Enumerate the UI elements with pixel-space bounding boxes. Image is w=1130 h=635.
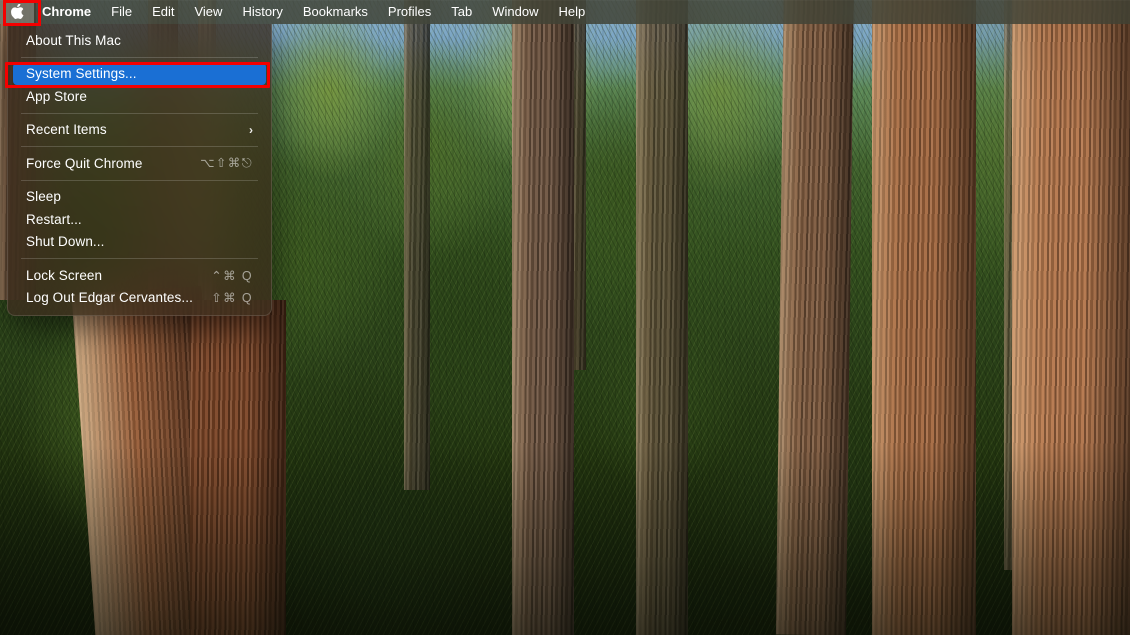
keyboard-shortcut-label: ⌥⇧⌘⎋ bbox=[200, 156, 253, 171]
menu-bar-item-file[interactable]: File bbox=[101, 0, 142, 24]
apple-menu-item-label: Lock Screen bbox=[26, 267, 103, 283]
apple-menu-item-label: Force Quit Chrome bbox=[26, 155, 143, 171]
menu-separator bbox=[21, 56, 258, 58]
menu-bar-item-tab[interactable]: Tab bbox=[441, 0, 482, 24]
apple-menu-item-sleep[interactable]: Sleep bbox=[13, 186, 266, 209]
apple-menu-item-shut-down[interactable]: Shut Down... bbox=[13, 231, 266, 254]
menu-bar-item-window[interactable]: Window bbox=[482, 0, 548, 24]
apple-menu-item-label: Recent Items bbox=[26, 122, 107, 138]
apple-menu-dropdown[interactable]: About This Mac System Settings... App Stor… bbox=[7, 24, 272, 316]
chevron-right-icon: › bbox=[249, 122, 253, 137]
keyboard-shortcut-label: ⇧⌘ Q bbox=[211, 291, 253, 306]
apple-menu-item-restart[interactable]: Restart... bbox=[13, 208, 266, 231]
apple-menu-item-log-out-edgar-cervantes[interactable]: Log Out Edgar Cervantes... ⇧⌘ Q bbox=[13, 287, 266, 310]
apple-menu-item-force-quit-chrome[interactable]: Force Quit Chrome ⌥⇧⌘⎋ bbox=[13, 152, 266, 175]
apple-menu-item-label: Restart... bbox=[26, 211, 82, 227]
apple-menu-item-label: App Store bbox=[26, 88, 87, 104]
apple-menu-item-label: About This Mac bbox=[26, 32, 121, 48]
menu-separator bbox=[21, 179, 258, 181]
menu-bar-item-view[interactable]: View bbox=[184, 0, 232, 24]
apple-menu-item-label: Log Out Edgar Cervantes... bbox=[26, 290, 193, 306]
apple-menu-item-label: System Settings... bbox=[26, 66, 137, 82]
menu-bar-item-chrome[interactable]: Chrome bbox=[34, 0, 101, 24]
menu-bar-item-history[interactable]: History bbox=[232, 0, 292, 24]
menu-bar-item-bookmarks[interactable]: Bookmarks bbox=[293, 0, 378, 24]
apple-menu-item-system-settings[interactable]: System Settings... bbox=[13, 62, 266, 85]
menu-bar-item-profiles[interactable]: Profiles bbox=[378, 0, 441, 24]
apple-menu-list: About This Mac System Settings... App Stor… bbox=[8, 29, 271, 309]
apple-logo-icon bbox=[10, 4, 24, 20]
menu-bar-item-help[interactable]: Help bbox=[549, 0, 596, 24]
apple-menu-item-label: Shut Down... bbox=[26, 234, 105, 250]
menu-separator bbox=[21, 112, 258, 114]
apple-menu-item-lock-screen[interactable]: Lock Screen ⌃⌘ Q bbox=[13, 264, 266, 287]
keyboard-shortcut-label: ⌃⌘ Q bbox=[211, 268, 253, 283]
apple-menu-item-recent-items[interactable]: Recent Items › bbox=[13, 119, 266, 142]
menu-separator bbox=[21, 258, 258, 259]
menu-separator bbox=[21, 146, 258, 147]
apple-menu-item-about-this-mac[interactable]: About This Mac bbox=[13, 29, 266, 52]
menu-bar-items: Chrome File Edit View History Bookmarks Profil… bbox=[34, 0, 595, 24]
menu-bar-item-edit[interactable]: Edit bbox=[142, 0, 184, 24]
apple-menu-item-app-store[interactable]: App Store bbox=[13, 85, 266, 108]
macos-menu-bar: Chrome File Edit View History Bookmarks Profil… bbox=[0, 0, 1130, 24]
apple-menu-item-label: Sleep bbox=[26, 189, 62, 205]
apple-menu-button[interactable] bbox=[0, 0, 34, 24]
